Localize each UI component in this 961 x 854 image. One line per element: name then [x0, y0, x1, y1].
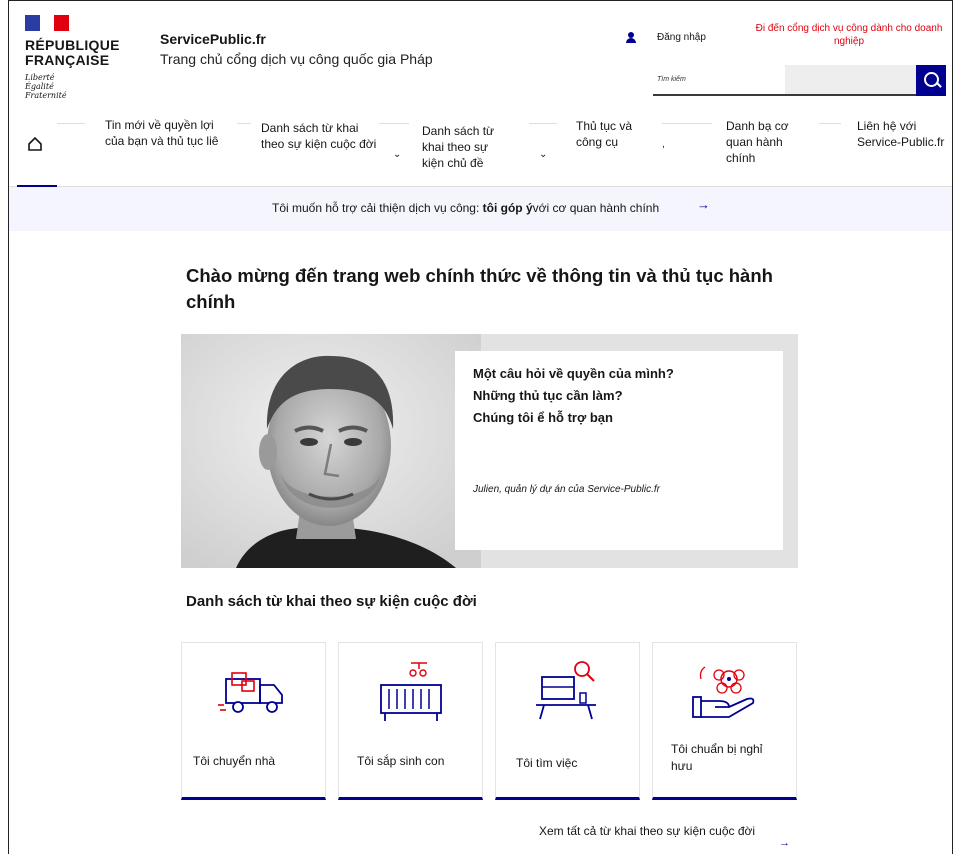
hero-questions: Một câu hỏi về quyền của mình? Những thủ…: [473, 363, 674, 429]
nav-divider: [379, 123, 409, 124]
hero-signature: Julien, quản lý dự án của Service-Public…: [473, 484, 660, 495]
republic-logo[interactable]: RÉPUBLIQUE FRANÇAISE Liberté Égalité Fra…: [25, 15, 145, 100]
search-input[interactable]: Tìm kiếm: [653, 65, 916, 96]
job-search-desk-icon: [536, 661, 596, 720]
login-link[interactable]: Đăng nhập: [625, 30, 706, 44]
card-label: Tôi tìm việc: [516, 756, 578, 770]
hero-question-2: Những thủ tục cần làm?: [473, 388, 623, 403]
motto-fraternite: Fraternité: [25, 91, 67, 100]
nav-divider: [819, 123, 841, 124]
motto-egalite: Égalité: [25, 82, 54, 91]
nav-divider: [237, 123, 251, 124]
motto-liberte: Liberté: [25, 73, 55, 82]
search-placeholder: Tìm kiếm: [657, 76, 686, 83]
see-all-life-events-link[interactable]: Xem tất cả từ khai theo sự kiện cuộc đời: [539, 824, 755, 838]
chevron-down-icon: ⌄: [393, 149, 402, 160]
republic-name: RÉPUBLIQUE FRANÇAISE: [25, 38, 145, 68]
nav-divider: [57, 123, 85, 124]
card-label: Tôi chuẩn bị nghỉ hưu: [671, 742, 763, 773]
chevron-down-icon: ,: [662, 139, 665, 150]
arrow-right-icon[interactable]: →: [697, 197, 710, 212]
card-label: Tôi chuyển nhà: [193, 754, 276, 768]
hand-flower-icon: [692, 666, 755, 718]
hero-card: Một câu hỏi về quyền của mình? Những thủ…: [455, 351, 783, 550]
nav-item-contact[interactable]: Liên hệ với Service-Public.fr: [857, 118, 952, 150]
portrait-photo: [181, 334, 481, 568]
chevron-down-icon: ⌄: [539, 149, 548, 160]
hero-banner: Một câu hỏi về quyền của mình? Những thủ…: [181, 334, 798, 568]
nav-item-life-events[interactable]: Danh sách từ khai theo sự kiện cuộc đời: [261, 120, 377, 152]
republic-line-2: FRANÇAISE: [25, 52, 110, 68]
life-event-card-baby[interactable]: Tôi sắp sinh con: [338, 642, 483, 800]
header: RÉPUBLIQUE FRANÇAISE Liberté Égalité Fra…: [9, 1, 952, 113]
nav-divider: [662, 123, 712, 124]
life-event-card-moving[interactable]: Tôi chuyển nhà: [181, 642, 326, 800]
motto: Liberté Égalité Fraternité: [25, 73, 145, 100]
nav-item-directory[interactable]: Danh bạ cơ quan hành chính: [726, 118, 804, 166]
nav-item-procedures[interactable]: Thủ tục và công cụ: [576, 118, 656, 150]
search-bar: Tìm kiếm: [653, 65, 946, 96]
main-nav: Tin mới về quyền lợi của bạn và thủ tục …: [9, 113, 952, 187]
card-label: Tôi sắp sinh con: [357, 754, 445, 768]
section-title: Danh sách từ khai theo sự kiện cuộc đời: [186, 593, 477, 610]
site-tagline: Trang chủ cổng dịch vụ công quốc gia Phá…: [160, 51, 433, 67]
arrow-right-icon[interactable]: →: [779, 837, 790, 849]
page-title: Chào mừng đến trang web chính thức về th…: [186, 265, 773, 312]
moving-truck-icon: [218, 672, 283, 713]
nav-item-news[interactable]: Tin mới về quyền lợi của bạn và thủ tục …: [105, 117, 235, 149]
user-icon: [625, 30, 637, 44]
login-label: Đăng nhập: [657, 31, 706, 43]
page-frame: RÉPUBLIQUE FRANÇAISE Liberté Égalité Fra…: [8, 0, 953, 854]
hero-question-3: Chúng tôi ể hỗ trợ bạn: [473, 410, 613, 425]
hero-question-1: Một câu hỏi về quyền của mình?: [473, 366, 674, 381]
home-icon: [28, 136, 42, 151]
feedback-text-bold: tôi góp ý: [482, 201, 533, 215]
feedback-link[interactable]: Tôi muốn hỗ trợ cải thiện dịch vụ công: …: [272, 201, 659, 215]
french-flag-icon: [25, 15, 70, 31]
feedback-banner: Tôi muốn hỗ trợ cải thiện dịch vụ công: …: [9, 187, 952, 231]
search-icon[interactable]: [916, 65, 946, 96]
nav-divider: [529, 123, 557, 124]
site-name[interactable]: ServicePublic.fr: [160, 31, 266, 47]
home-tab[interactable]: [17, 113, 57, 187]
baby-crib-icon: [380, 662, 442, 721]
business-portal-link[interactable]: Đi đến cổng dịch vụ công dành cho doanh …: [749, 22, 949, 48]
feedback-text-before: Tôi muốn hỗ trợ cải thiện dịch vụ công:: [272, 201, 483, 215]
life-event-card-retirement[interactable]: Tôi chuẩn bị nghỉ hưu: [652, 642, 797, 800]
nav-item-themes[interactable]: Danh sách từ khai theo sự kiện chủ đề: [422, 123, 508, 171]
life-event-card-job[interactable]: Tôi tìm việc: [495, 642, 640, 800]
republic-line-1: RÉPUBLIQUE: [25, 37, 120, 53]
feedback-text-after: với cơ quan hành chính: [532, 201, 660, 215]
search-field-fill: [785, 65, 916, 94]
